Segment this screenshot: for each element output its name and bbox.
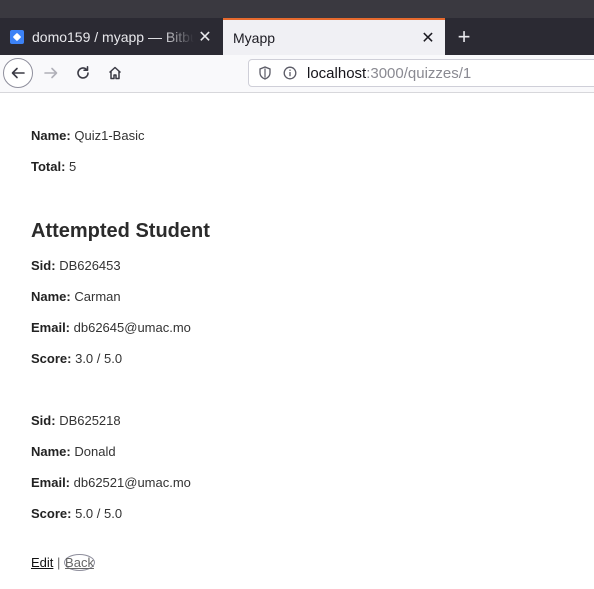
close-icon[interactable]: ✕: [417, 28, 439, 48]
student-score-row: Score: 3.0 / 5.0: [31, 351, 122, 366]
url-text[interactable]: localhost:3000/quizzes/1: [307, 65, 471, 82]
forward-button[interactable]: [36, 58, 66, 88]
sid-value: DB625218: [59, 413, 121, 428]
quiz-total-label: Total:: [31, 159, 66, 174]
tab-title: domo159 / myapp — Bitbucket: [32, 28, 194, 45]
link-separator: |: [57, 555, 61, 570]
name-value: Carman: [74, 289, 121, 304]
email-label: Email:: [31, 475, 71, 490]
score-value: 5.0 / 5.0: [75, 506, 123, 521]
shield-icon[interactable]: [256, 64, 274, 82]
close-icon[interactable]: ✕: [194, 27, 216, 47]
edit-link[interactable]: Edit: [31, 555, 53, 570]
name-label: Name:: [31, 289, 71, 304]
info-icon[interactable]: [281, 64, 299, 82]
tab-title: Myapp: [233, 29, 276, 46]
score-value: 3.0 / 5.0: [75, 351, 123, 366]
student-sid-row: Sid: DB625218: [31, 413, 121, 428]
score-label: Score:: [31, 351, 72, 366]
title-bar: [0, 0, 594, 18]
student-sid-row: Sid: DB626453: [31, 258, 121, 273]
plus-icon: +: [457, 23, 471, 49]
home-button[interactable]: [100, 58, 130, 88]
attempted-heading: Attempted Student: [31, 220, 210, 242]
name-label: Name:: [31, 444, 71, 459]
tab-myapp[interactable]: Myapp ✕: [223, 18, 445, 55]
student-email-row: Email: db62645@umac.mo: [31, 320, 191, 335]
address-bar[interactable]: localhost:3000/quizzes/1: [248, 59, 594, 87]
email-value: db62645@umac.mo: [73, 320, 191, 335]
score-label: Score:: [31, 506, 72, 521]
back-button[interactable]: [3, 58, 33, 88]
sid-label: Sid:: [31, 413, 56, 428]
name-value: Donald: [74, 444, 116, 459]
bitbucket-favicon-icon: [10, 29, 24, 44]
email-value: db62521@umac.mo: [73, 475, 191, 490]
home-icon: [108, 66, 122, 80]
nav-toolbar: localhost:3000/quizzes/1: [0, 55, 594, 93]
tab-strip: domo159 / myapp — Bitbucket ✕ Myapp ✕ +: [0, 0, 594, 55]
quiz-name-row: Name: Quiz1-Basic: [31, 128, 144, 143]
reload-button[interactable]: [68, 58, 98, 88]
student-name-row: Name: Carman: [31, 289, 121, 304]
quiz-total-value: 5: [69, 159, 77, 174]
email-label: Email:: [31, 320, 71, 335]
forward-arrow-icon: [44, 67, 58, 79]
reload-icon: [77, 66, 89, 79]
new-tab-button[interactable]: +: [452, 18, 476, 55]
quiz-total-row: Total: 5: [31, 159, 76, 174]
url-path: :3000/quizzes/1: [366, 64, 472, 82]
back-link[interactable]: Back: [64, 554, 95, 571]
url-host: localhost: [307, 64, 367, 82]
student-email-row: Email: db62521@umac.mo: [31, 475, 191, 490]
sid-value: DB626453: [59, 258, 121, 273]
quiz-name-value: Quiz1-Basic: [74, 128, 145, 143]
sid-label: Sid:: [31, 258, 56, 273]
quiz-name-label: Name:: [31, 128, 71, 143]
tab-bitbucket[interactable]: domo159 / myapp — Bitbucket ✕: [0, 18, 222, 55]
back-arrow-icon: [11, 67, 25, 79]
student-score-row: Score: 5.0 / 5.0: [31, 506, 122, 521]
page-links: Edit | Back: [31, 554, 95, 571]
student-name-row: Name: Donald: [31, 444, 116, 459]
